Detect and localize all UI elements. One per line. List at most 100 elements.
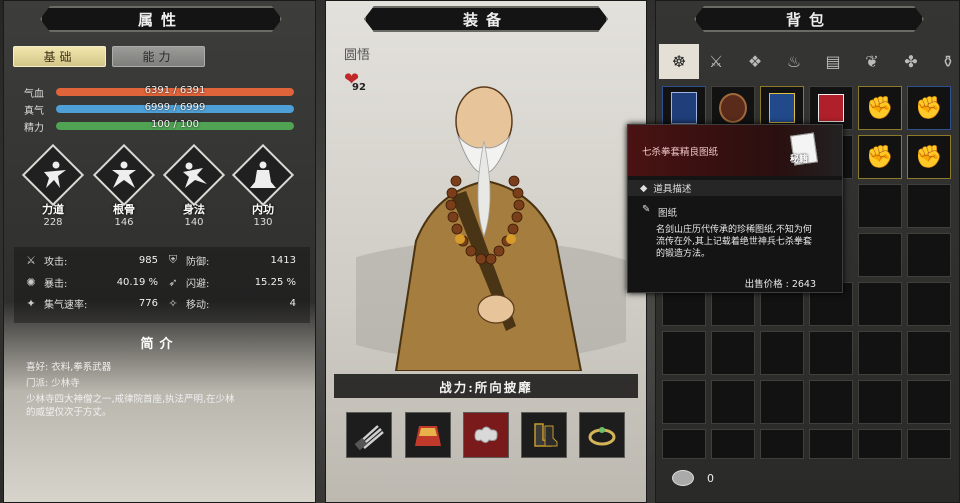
bag-slot-32[interactable] — [711, 331, 755, 375]
item-tooltip: 七杀拳套精良图纸 秘籍 ◆ 道具描述 ✎ 图纸 名剑山庄历代传承的珍稀图纸,不知为… — [627, 124, 843, 293]
skill-agility[interactable]: 身法 140 — [162, 143, 226, 228]
intro-desc-line-1: 少林寺四大神僧之一,戒律院首座,执法严明,在少林 — [26, 394, 235, 405]
equipment-panel: 装备 圆悟 ❤ 92 战力:所向披靡 — [325, 0, 647, 503]
bag-tab-weapon[interactable]: ⚔ — [696, 44, 736, 79]
stat-move-value: 4 — [289, 297, 296, 309]
bag-slot-33[interactable] — [760, 331, 804, 375]
blue-book-icon — [671, 92, 697, 124]
qi-label: 真气 — [24, 105, 44, 117]
stat-qi-rate-value: 776 — [138, 297, 158, 309]
crit-icon: ✺ — [26, 275, 36, 289]
stat-qi-rate-label: 集气速率: — [44, 299, 88, 311]
bag-slot-43[interactable] — [662, 429, 706, 459]
bag-slot-40[interactable] — [809, 380, 853, 424]
tooltip-description: 名剑山庄历代传承的珍稀图纸,不知为何流传在外,其上记载着绝世神兵七杀拳套的锻造方… — [656, 225, 812, 259]
bag-slot-42[interactable] — [907, 380, 951, 424]
bag-slot-31[interactable] — [662, 331, 706, 375]
blueprint-icon: ✎ — [642, 204, 651, 215]
combat-power: 战力:所向披靡 — [334, 374, 638, 398]
bag-slot-39[interactable] — [760, 380, 804, 424]
bag-slot-34[interactable] — [809, 331, 853, 375]
robe-armor-icon — [415, 426, 441, 446]
equipment-banner: 装备 — [364, 6, 608, 32]
stat-dodge-value: 15.25 % — [254, 276, 296, 288]
equip-slot-boots[interactable] — [521, 412, 567, 458]
bag-slot-45[interactable] — [760, 429, 804, 459]
inner-power-icon — [231, 143, 295, 207]
attributes-panel: 属性 基础 能力 气血 6391 / 6391 真气 6999 / 6999 精… — [3, 0, 316, 503]
bag-slot-5[interactable]: ✊ — [858, 86, 902, 130]
bag-tab-material[interactable]: ✤ — [891, 44, 931, 79]
intro-hobby: 喜好: 衣料,拳系武器 — [26, 362, 112, 373]
bag-slot-44[interactable] — [711, 429, 755, 459]
tab-basic[interactable]: 基础 — [13, 46, 106, 67]
skill-strength[interactable]: 力道 228 — [21, 143, 85, 228]
tooltip-item-name: 七杀拳套精良图纸 — [642, 147, 719, 158]
sword-icon: ⚔ — [26, 253, 36, 267]
qi-value: 6999 / 6999 — [144, 102, 206, 113]
tooltip-badge: 秘籍 — [790, 155, 809, 165]
book-icon: ▤ — [825, 52, 841, 71]
jar-icon — [719, 93, 747, 123]
bag-slot-6[interactable]: ✊ — [907, 86, 951, 130]
bag-slot-11[interactable]: ✊ — [858, 135, 902, 179]
combat-stats: ⚔ 攻击: 985 ⛨ 防御: 1413 ✺ 暴击: 40.19 % ➶ 闪避: 15.25 %… — [14, 247, 310, 323]
intro-title: 简介 — [140, 337, 179, 352]
bag-slot-36[interactable] — [907, 331, 951, 375]
character-portrait — [356, 86, 626, 371]
secret-book-icon: 秘籍 — [786, 130, 828, 170]
gauntlet-icon: ✊ — [915, 95, 943, 121]
equip-slot-armor[interactable] — [405, 412, 451, 458]
bag-slot-23[interactable] — [858, 233, 902, 277]
intro-desc-line-2: 的威望仅次于方丈。 — [26, 407, 112, 418]
money-value: 0 — [707, 472, 714, 485]
equip-slot-accessory[interactable] — [579, 412, 625, 458]
bag-slot-38[interactable] — [711, 380, 755, 424]
bag-slot-41[interactable] — [858, 380, 902, 424]
qi-icon: ✦ — [26, 296, 36, 310]
bag-tab-all[interactable]: ☸ — [659, 44, 699, 79]
equip-slot-weapon[interactable] — [346, 412, 392, 458]
stat-attack: ⚔ 攻击: 985 — [24, 251, 158, 269]
armor-icon: ❖ — [747, 52, 763, 71]
stat-attack-label: 攻击: — [44, 256, 68, 268]
bag-slot-29[interactable] — [858, 282, 902, 326]
herb-icon: ❦ — [865, 52, 879, 71]
equip-slot-charm[interactable] — [463, 412, 509, 458]
bag-slot-46[interactable] — [809, 429, 853, 459]
bag-tab-accessory[interactable]: ♨ — [774, 44, 814, 79]
stat-defense: ⛨ 防御: 1413 — [166, 251, 296, 269]
stamina-bar: 100 / 100 — [56, 119, 294, 130]
bag-slot-30[interactable] — [907, 282, 951, 326]
skill-inner-power[interactable]: 内功 130 — [231, 143, 295, 228]
coin-icon — [672, 470, 694, 486]
bag-tab-book[interactable]: ▤ — [813, 44, 853, 79]
stat-crit-label: 暴击: — [44, 278, 68, 290]
attributes-banner: 属性 — [40, 6, 282, 32]
health-bar: 6391 / 6391 — [56, 85, 294, 96]
intro-sect: 门派: 少林寺 — [26, 378, 80, 389]
bag-tab-armor[interactable]: ❖ — [735, 44, 775, 79]
constitution-icon — [92, 143, 156, 207]
tab-ability[interactable]: 能力 — [112, 46, 205, 67]
bag-slot-48[interactable] — [907, 429, 951, 459]
bag-tab-misc[interactable]: ⚱ — [928, 44, 960, 79]
bag-slot-35[interactable] — [858, 331, 902, 375]
stat-dodge: ➶ 闪避: 15.25 % — [166, 273, 296, 291]
stat-defense-label: 防御: — [186, 256, 210, 268]
skill-constitution[interactable]: 根骨 146 — [92, 143, 156, 228]
material-icon: ✤ — [904, 52, 918, 71]
gauntlet-icon: ✊ — [866, 95, 894, 121]
bag-slot-18[interactable] — [907, 184, 951, 228]
stat-dodge-label: 闪避: — [186, 278, 210, 290]
shield-icon: ⛨ — [168, 253, 178, 266]
bag-slot-12[interactable]: ✊ — [907, 135, 951, 179]
skill-inner-power-value: 130 — [253, 217, 273, 228]
ring-icon — [588, 427, 616, 446]
attributes-title: 属性 — [137, 10, 184, 29]
bag-slot-24[interactable] — [907, 233, 951, 277]
bag-slot-17[interactable] — [858, 184, 902, 228]
bag-slot-37[interactable] — [662, 380, 706, 424]
bag-tab-herb[interactable]: ❦ — [852, 44, 892, 79]
bag-slot-47[interactable] — [858, 429, 902, 459]
